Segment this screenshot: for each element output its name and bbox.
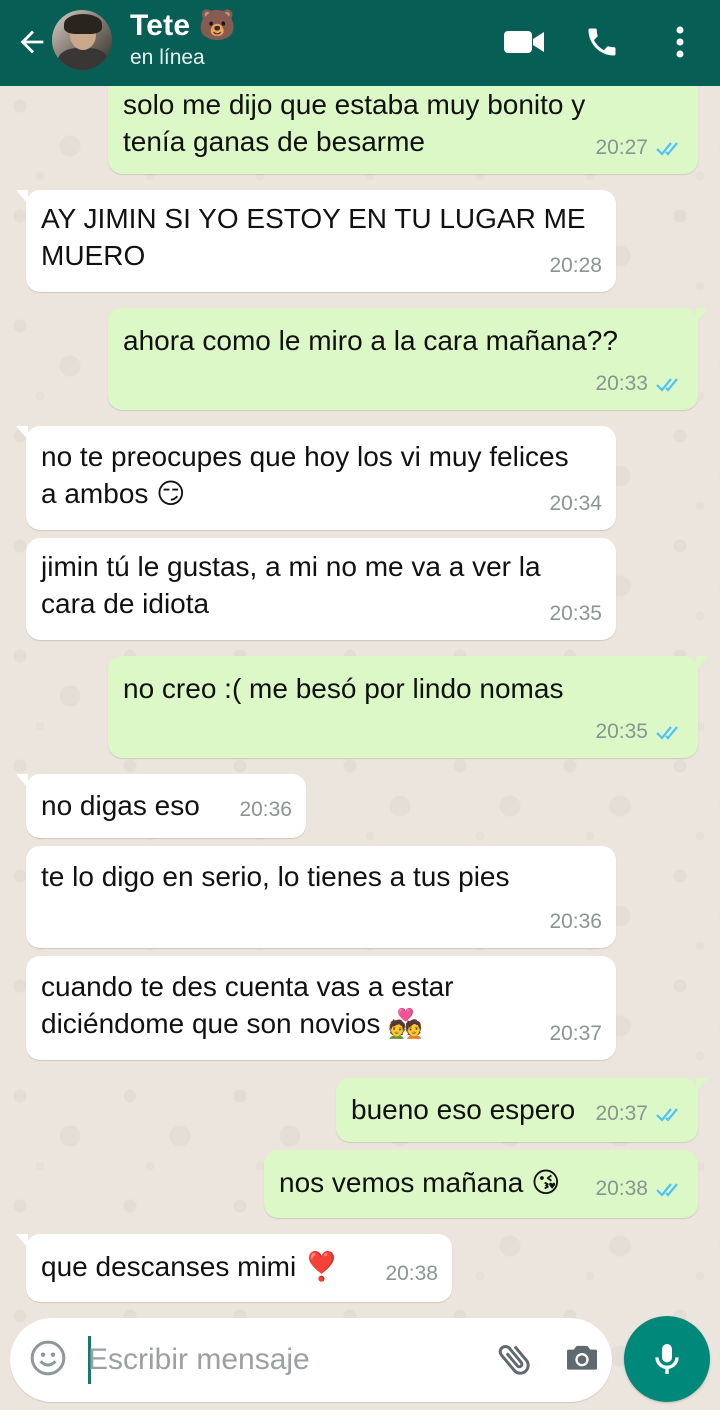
read-receipt-icon xyxy=(656,1182,678,1197)
message-bubble-outgoing[interactable]: nos vemos mañana 😘 20:38 xyxy=(264,1150,698,1218)
emoji-icon[interactable] xyxy=(28,1338,72,1382)
chat-header: Tete 🐻 en línea xyxy=(0,0,720,86)
message-meta: 20:27 xyxy=(595,129,684,166)
message-time: 20:28 xyxy=(549,254,602,277)
message-text: no creo :( me besó por lindo nomas xyxy=(123,673,564,704)
message-meta: 20:38 xyxy=(595,1170,684,1207)
message-meta: 20:35 xyxy=(549,595,602,632)
message-text: te lo digo en serio, lo tienes a tus pie… xyxy=(41,861,510,892)
message-bubble-incoming[interactable]: no te preocupes que hoy los vi muy felic… xyxy=(16,426,616,530)
message-time: 20:38 xyxy=(385,1262,438,1285)
message-meta: 20:28 xyxy=(549,247,602,284)
phone-call-icon[interactable] xyxy=(578,18,626,66)
message-meta: 20:36 xyxy=(549,903,602,940)
message-meta: 20:35 xyxy=(595,713,684,750)
attach-icon[interactable] xyxy=(494,1338,538,1382)
message-bubble-incoming[interactable]: que descanses mimi ❣️ 20:38 xyxy=(16,1234,452,1302)
contact-status: en línea xyxy=(130,46,205,69)
message-meta: 20:37 xyxy=(549,1015,602,1052)
message-text: ahora como le miro a la cara mañana?? xyxy=(123,325,618,356)
message-bubble-incoming[interactable]: cuando te des cuenta vas a estar diciénd… xyxy=(26,956,616,1060)
read-receipt-icon xyxy=(656,1107,678,1122)
message-time: 20:37 xyxy=(595,1102,648,1125)
more-options-icon[interactable] xyxy=(656,18,704,66)
message-meta: 20:36 xyxy=(239,791,292,828)
contact-avatar[interactable] xyxy=(52,10,112,70)
message-time: 20:38 xyxy=(595,1177,648,1200)
message-meta: 20:38 xyxy=(385,1255,438,1292)
message-bubble-outgoing[interactable]: ahora como le miro a la cara mañana?? 20… xyxy=(108,308,708,410)
read-receipt-icon xyxy=(656,141,678,156)
message-bubble-outgoing[interactable]: no creo :( me besó por lindo nomas 20:35 xyxy=(108,656,708,758)
message-time: 20:35 xyxy=(595,720,648,743)
message-bubble-incoming[interactable]: no digas eso 20:36 xyxy=(16,774,306,838)
message-bubble-incoming[interactable]: te lo digo en serio, lo tienes a tus pie… xyxy=(26,846,616,948)
contact-name[interactable]: Tete 🐻 xyxy=(130,8,236,43)
message-time: 20:33 xyxy=(595,372,648,395)
message-bubble-outgoing[interactable]: bueno eso espero 20:37 xyxy=(336,1078,708,1142)
message-bubble-incoming[interactable]: jimin tú le gustas, a mi no me va a ver … xyxy=(26,538,616,640)
message-text: AY JIMIN SI YO ESTOY EN TU LUGAR ME MUER… xyxy=(41,203,586,271)
read-receipt-icon xyxy=(656,377,678,392)
message-time: 20:35 xyxy=(549,602,602,625)
message-bubble-incoming[interactable]: AY JIMIN SI YO ESTOY EN TU LUGAR ME MUER… xyxy=(16,190,616,292)
message-meta: 20:33 xyxy=(595,365,684,402)
camera-icon[interactable] xyxy=(562,1338,606,1382)
back-arrow-icon[interactable] xyxy=(10,20,54,64)
message-text: jimin tú le gustas, a mi no me va a ver … xyxy=(41,551,541,619)
message-meta: 20:37 xyxy=(595,1095,684,1132)
message-composer xyxy=(10,1318,612,1402)
message-time: 20:34 xyxy=(549,492,602,515)
message-time: 20:36 xyxy=(549,910,602,933)
message-text: cuando te des cuenta vas a estar diciénd… xyxy=(41,971,454,1039)
message-time: 20:36 xyxy=(239,798,292,821)
microphone-button[interactable] xyxy=(624,1316,710,1402)
message-text: que descanses mimi ❣️ xyxy=(41,1251,339,1282)
read-receipt-icon xyxy=(656,725,678,740)
message-input[interactable] xyxy=(88,1332,468,1388)
message-time: 20:37 xyxy=(549,1022,602,1045)
microphone-icon xyxy=(655,1344,679,1374)
message-meta: 20:34 xyxy=(549,485,602,522)
message-text: no te preocupes que hoy los vi muy felic… xyxy=(41,441,569,509)
message-bubble-outgoing[interactable]: solo me dijo que estaba muy bonito y ten… xyxy=(108,72,698,174)
video-call-icon[interactable] xyxy=(500,18,548,66)
message-time: 20:27 xyxy=(595,136,648,159)
